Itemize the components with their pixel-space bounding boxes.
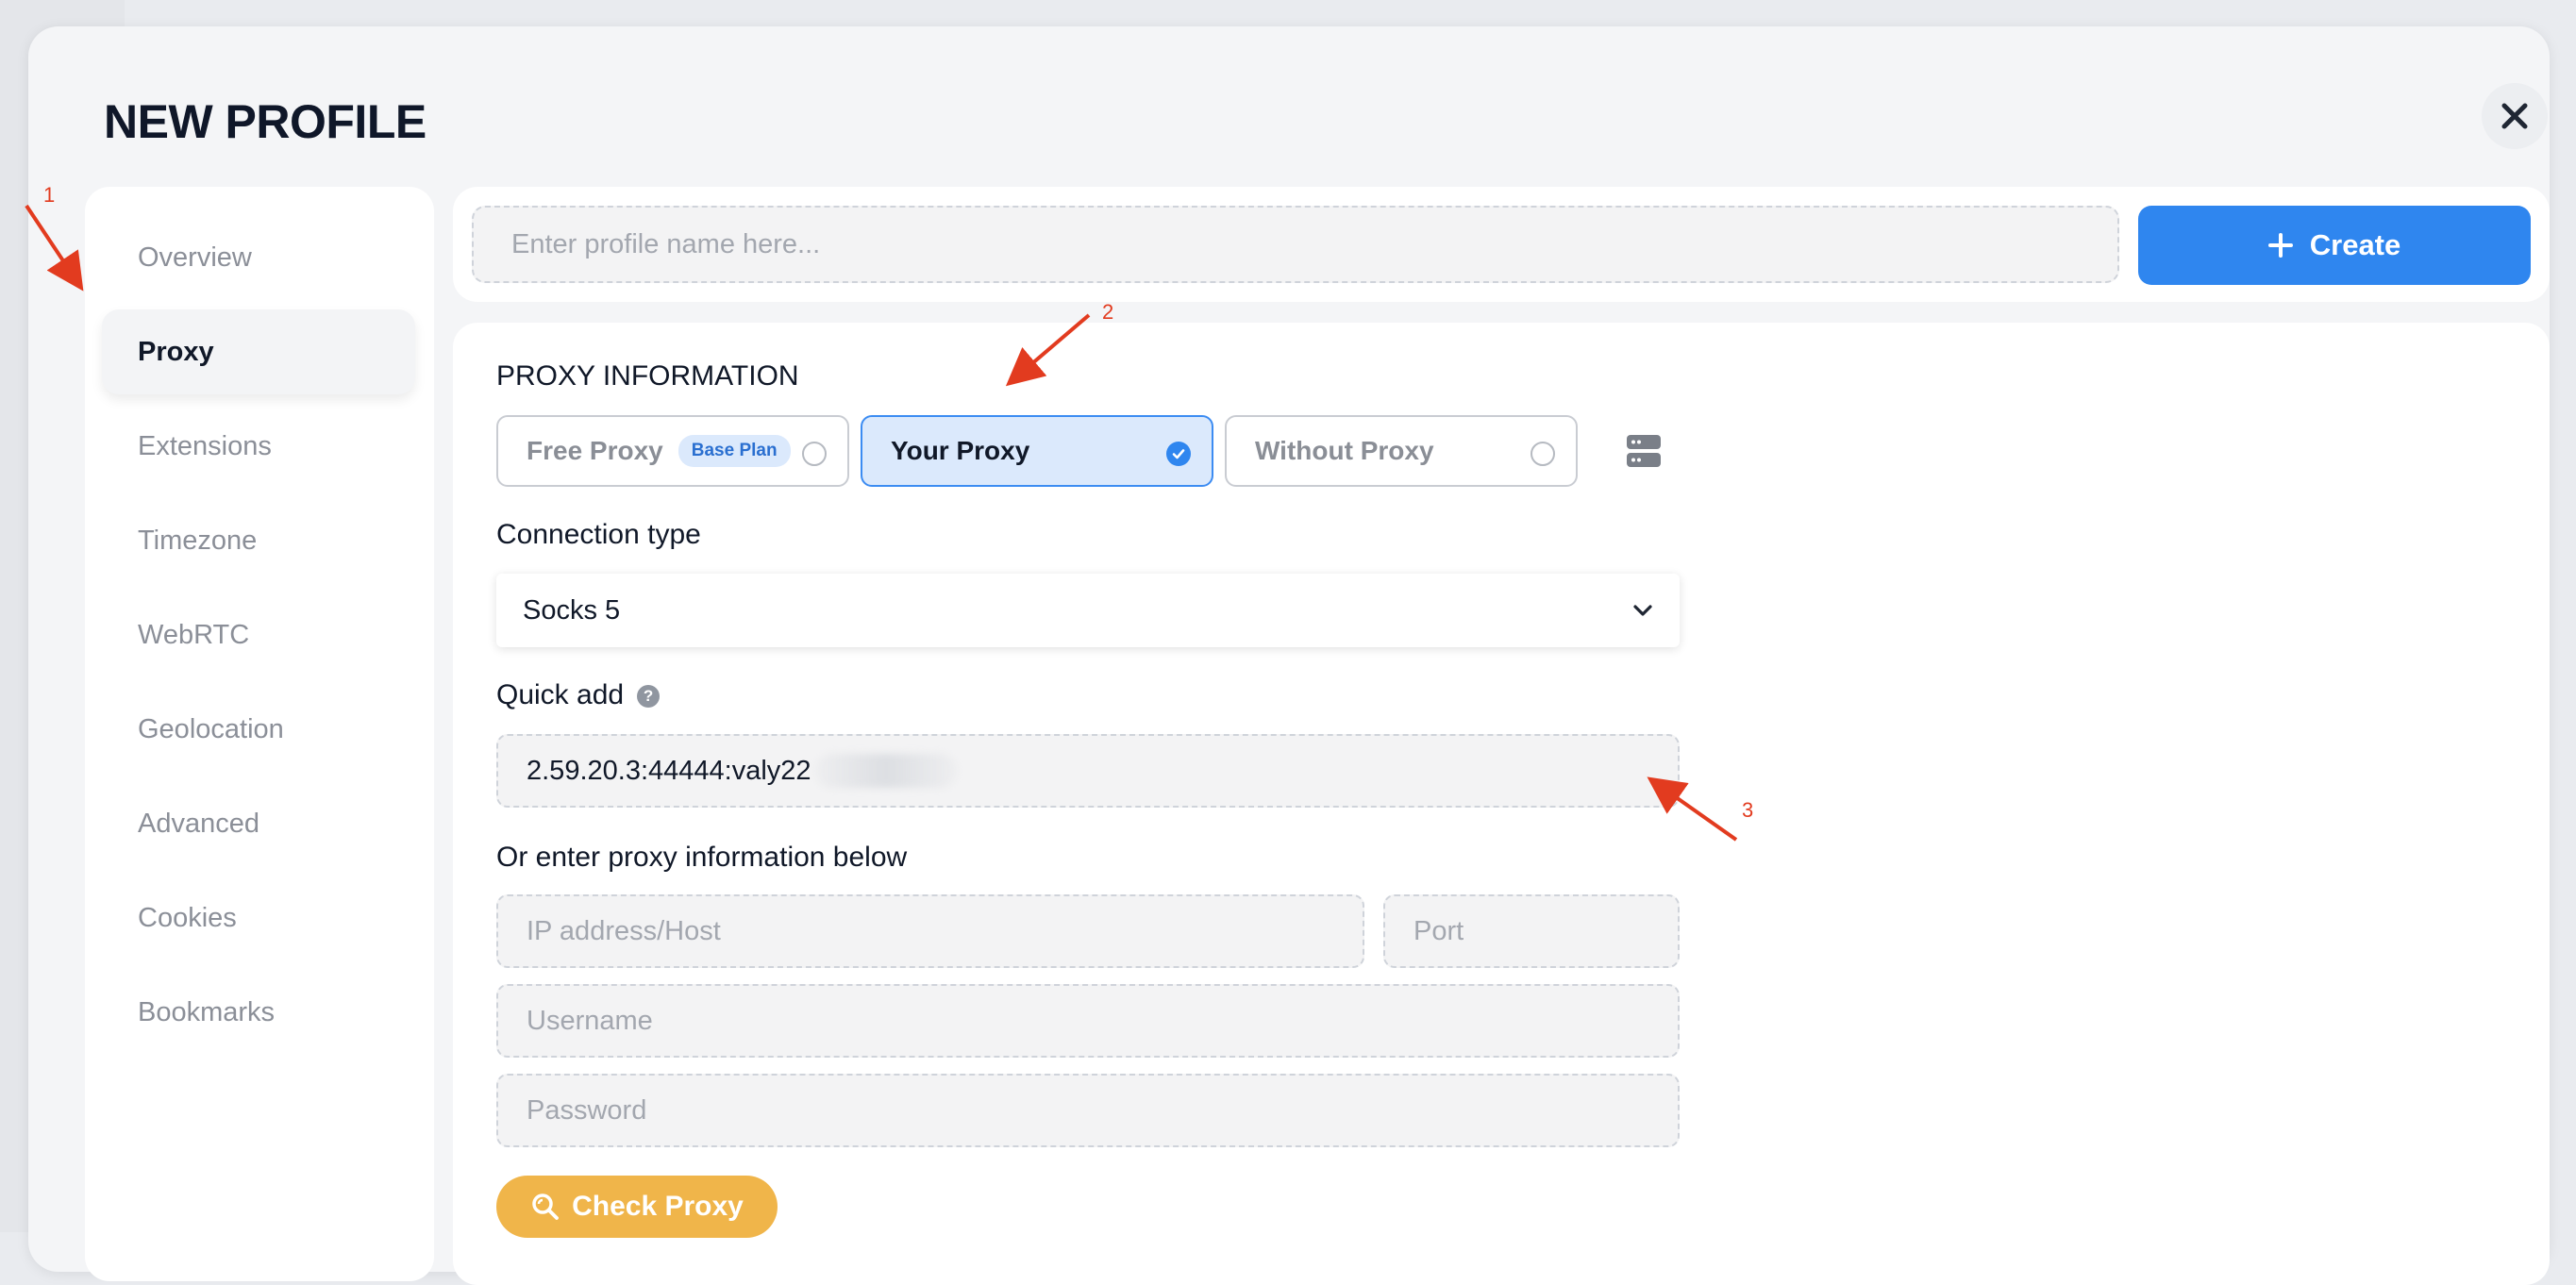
annotation-label-3: 3: [1742, 798, 1754, 822]
annotation-arrow-3: [1647, 776, 1738, 842]
annotation-arrows: [25, 204, 1738, 842]
annotation-arrow-1: [25, 204, 84, 292]
annotation-arrow-2: [1005, 313, 1091, 387]
annotation-label-1: 1: [43, 183, 56, 207]
annotation-label-2: 2: [1102, 300, 1114, 324]
